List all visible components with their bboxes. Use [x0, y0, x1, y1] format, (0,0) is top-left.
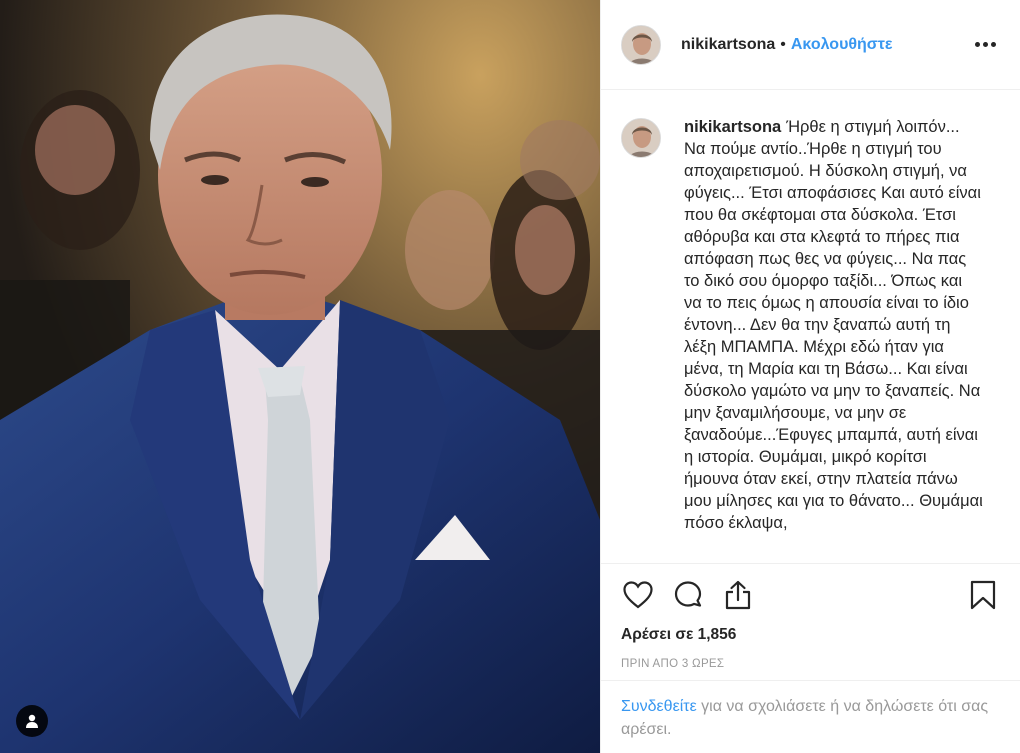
login-link[interactable]: Συνδεθείτε [621, 698, 697, 715]
separator-dot: • [780, 35, 786, 53]
save-button[interactable] [966, 578, 1000, 612]
avatar-image [622, 119, 660, 157]
comments-list[interactable]: nikikartsona Ήρθε η στιγμή λοιπόν... Να π… [621, 116, 1000, 562]
more-icon [975, 42, 980, 47]
more-options-button[interactable] [971, 38, 1000, 51]
post-actions: Αρέσει σε 1,856 ΠΡΙΝ ΑΠΟ 3 ΩΡΕΣ [601, 563, 1020, 670]
more-icon-dot [983, 42, 988, 47]
post-photo-image [0, 0, 600, 753]
action-icons-row [621, 564, 1000, 626]
more-icon-dot [991, 42, 996, 47]
follow-button[interactable]: Ακολουθήστε [791, 36, 893, 54]
share-icon [725, 580, 751, 610]
post-timestamp[interactable]: ΠΡΙΝ ΑΠΟ 3 ΩΡΕΣ [621, 658, 1000, 670]
post-photo[interactable] [0, 0, 600, 753]
post-header: nikikartsona • Ακολουθήστε [601, 0, 1020, 90]
user-tag-button[interactable] [16, 705, 48, 737]
caption-text: Ήρθε η στιγμή λοιπόν... Να πούμε αντίο..… [684, 118, 983, 532]
likes-count[interactable]: Αρέσει σε 1,856 [621, 626, 1000, 644]
user-tag-icon [26, 714, 38, 728]
avatar-image [622, 25, 660, 64]
post-caption: nikikartsona Ήρθε η στιγμή λοιπόν... Να π… [684, 116, 984, 562]
caption-username-link[interactable]: nikikartsona [684, 118, 781, 136]
share-button[interactable] [721, 578, 755, 612]
username-link[interactable]: nikikartsona [681, 36, 775, 54]
bookmark-icon [970, 580, 996, 610]
heart-icon [623, 581, 653, 609]
post-side-panel: nikikartsona • Ακολουθήστε nikikartsona Ή… [600, 0, 1020, 753]
avatar[interactable] [621, 24, 661, 65]
login-prompt: Συνδεθείτε για να σχολιάσετε ή να δηλώσε… [601, 680, 1020, 753]
like-button[interactable] [621, 578, 655, 612]
comment-icon [674, 581, 702, 607]
avatar[interactable] [621, 118, 661, 158]
comment-button[interactable] [671, 578, 705, 612]
